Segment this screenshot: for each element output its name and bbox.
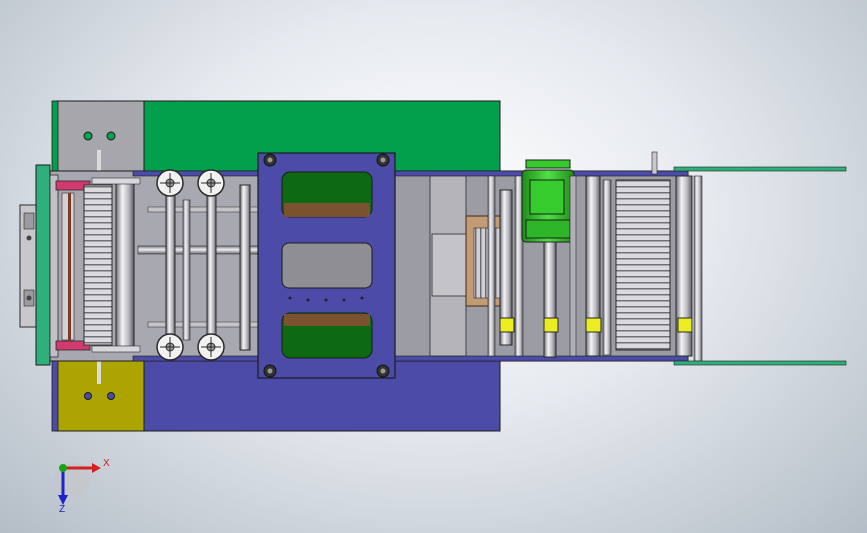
- cad-viewport[interactable]: X Z: [0, 0, 867, 533]
- bearing-yellow: [677, 317, 693, 333]
- bolt: [83, 131, 93, 141]
- handwheel-icon[interactable]: [156, 169, 184, 197]
- x-axis-arrowhead: [92, 463, 101, 473]
- slitting-roll-left: [83, 184, 113, 346]
- handwheel-icon[interactable]: [197, 333, 225, 361]
- bearing-yellow: [543, 317, 559, 333]
- feed-guide-green: [35, 164, 51, 366]
- roller-shaft: [165, 181, 176, 353]
- bearing-yellow: [585, 317, 602, 333]
- drive-motor: [521, 159, 575, 243]
- handwheel-icon[interactable]: [156, 333, 184, 361]
- slitting-roll-right: [615, 179, 671, 351]
- bearing-yellow: [499, 317, 515, 333]
- vertical-shaft: [487, 175, 496, 357]
- central-cover: [257, 152, 396, 379]
- bolt: [84, 392, 92, 400]
- bolt: [106, 131, 116, 141]
- bolt: [107, 392, 115, 400]
- outfeed-bar-top: [673, 166, 847, 172]
- roller-shaft: [206, 181, 217, 353]
- handwheel-icon[interactable]: [197, 169, 225, 197]
- outfeed-bar-bottom: [673, 360, 847, 366]
- y-axis-indicator: [59, 464, 67, 472]
- z-axis-label: Z: [59, 504, 66, 515]
- axis-triad: [54, 462, 101, 505]
- machine-top-view: [19, 100, 847, 505]
- x-axis-label: X: [103, 458, 110, 469]
